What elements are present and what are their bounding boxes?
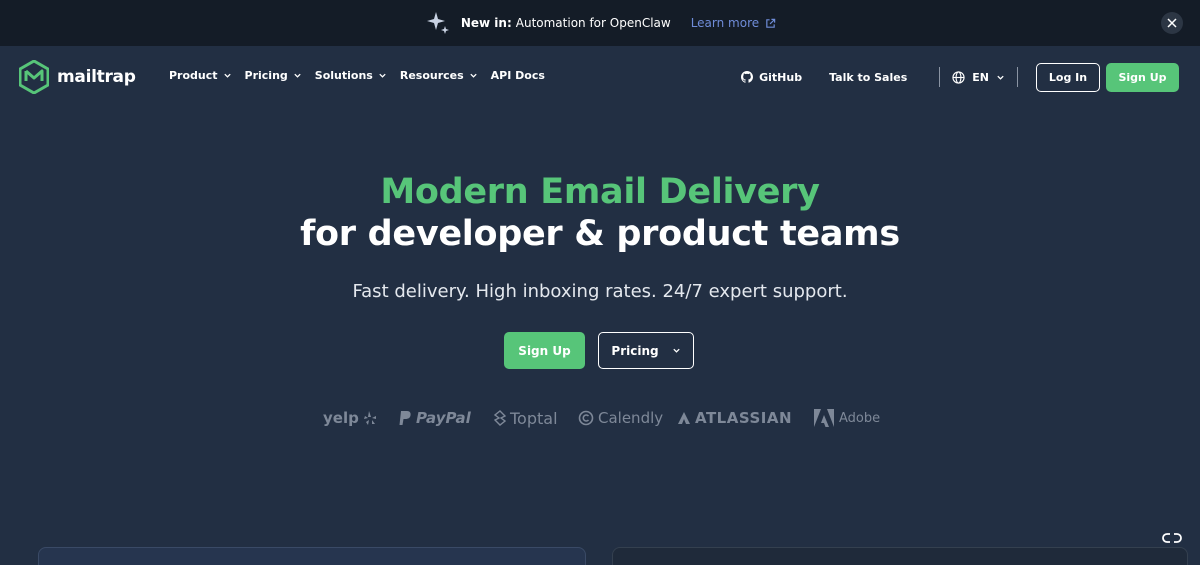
nav-item-label: API Docs [490,69,545,82]
nav-item-label: Resources [399,69,464,82]
talk-to-sales-link[interactable]: Talk to Sales [829,71,907,84]
chevron-down-icon [997,75,1004,80]
login-button[interactable]: Log In [1036,62,1100,92]
paypal-logo-text: PayPal [416,409,471,427]
nav-item-label: Product [169,69,218,82]
language-selector[interactable]: EN [940,71,1017,84]
external-link-icon [766,18,776,28]
chevron-down-icon [294,73,301,78]
github-label: GitHub [759,70,803,84]
chevron-down-icon [470,73,477,78]
announcement-bar: New in: Automation for OpenClaw Learn mo… [0,0,1200,46]
nav-item-resources[interactable]: Resources [400,69,478,82]
chevron-down-icon [379,73,386,78]
hero-title: for developer & product teams [300,214,900,254]
adobe-a-icon [814,409,834,427]
chevron-down-icon [223,73,231,78]
announcement-new-label: New in: [460,16,512,30]
adobe-logo: Adobe [813,405,880,431]
floating-chat-button[interactable] [1157,524,1187,552]
mailtrap-logo-icon [19,60,49,94]
nav-item-pricing[interactable]: Pricing [245,69,302,82]
close-announcement-button[interactable] [1161,12,1183,34]
hero-subtitle: Fast delivery. High inboxing rates. 24/7… [352,281,848,302]
nav-divider [1017,67,1018,87]
learn-more-link[interactable]: Learn more [691,16,776,30]
feature-card-right [612,547,1188,565]
mailtrap-logo[interactable]: mailtrap [19,60,136,94]
paypal-p-icon [399,410,411,425]
nav-signup-button[interactable]: Sign Up [1106,62,1179,92]
nav-item-label: Pricing [244,69,288,82]
atlassian-logo: ATLASSIAN [677,405,792,431]
paypal-logo: PayPal [398,405,471,431]
yelp-burst-icon [363,411,376,425]
hero-pricing-button[interactable]: Pricing [598,332,694,369]
toptal-logo: Toptal [494,405,558,431]
close-icon [1167,18,1177,28]
nav-menu: Product Pricing Solutions Resources API … [169,69,558,82]
nav-item-api-docs[interactable]: API Docs [491,69,545,82]
yelp-logo-text: yelp [323,409,359,427]
chat-link-icon [1162,533,1182,543]
hero-signup-button[interactable]: Sign Up [504,332,585,369]
yelp-logo: yelp [323,405,377,431]
nav-item-label: Solutions [314,69,373,82]
pricing-button-label: Pricing [611,343,659,358]
github-icon [741,71,754,83]
logo-text: mailtrap [57,67,136,87]
announcement-text: Automation for OpenClaw [515,16,671,30]
globe-icon [952,70,965,84]
github-link[interactable]: GitHub [741,71,802,84]
nav-item-product[interactable]: Product [169,69,232,82]
calendly-logo-text: Calendly [598,409,664,427]
calendly-c-icon [578,410,594,426]
language-label: EN [972,70,989,84]
atlassian-logo-text: ATLASSIAN [695,409,793,427]
toptal-logo-text: Toptal [510,408,558,428]
adobe-logo-text: Adobe [839,410,881,426]
client-logos: yelp PayPal Toptal Calendly ATLASSIAN Ad… [0,405,1200,431]
nav-item-solutions[interactable]: Solutions [315,69,387,82]
nav-actions: GitHub Talk to Sales EN Log In Sign Up [741,62,1179,92]
main-navigation: mailtrap Product Pricing Solutions Resou… [0,46,1200,108]
hero-title-highlight: Modern Email Delivery [380,172,820,212]
calendly-logo: Calendly [578,405,663,431]
atlassian-triangle-icon [678,412,690,424]
chevron-down-icon [672,348,680,353]
sparkle-icon [424,9,452,37]
learn-more-label: Learn more [690,16,760,30]
toptal-diamond-icon [494,410,506,426]
feature-card-left [38,547,586,565]
